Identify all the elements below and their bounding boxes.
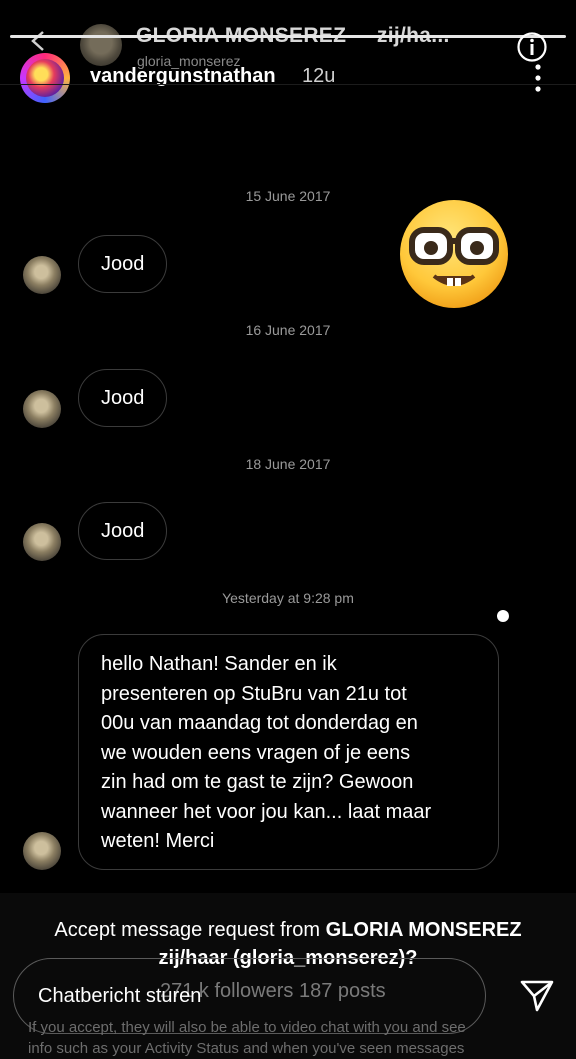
message-line: weten! Merci	[101, 830, 215, 852]
seen-indicator	[497, 610, 509, 622]
info-icon[interactable]	[516, 31, 548, 63]
sender-avatar[interactable]	[23, 523, 61, 561]
send-icon[interactable]	[518, 976, 556, 1014]
more-vertical-icon[interactable]	[533, 63, 543, 93]
date-separator: 16 June 2017	[245, 322, 331, 338]
message-line: hello Nathan! Sander en ik	[101, 653, 337, 675]
message-bubble[interactable]: Jood	[78, 502, 168, 560]
chevron-left-icon[interactable]	[28, 30, 50, 52]
message-line: we wouden eens vragen of je eens	[101, 741, 411, 764]
date-separator: Yesterday at 9:28 pm	[222, 590, 354, 606]
message-line: zin had om te gast te zijn? Gewoon	[101, 771, 414, 793]
chat-input-placeholder: Chatbericht sturen	[38, 985, 202, 1007]
message-line: presenteren op StuBru van 21u tot	[101, 682, 407, 705]
message-bubble[interactable]: Jood	[78, 369, 168, 427]
date-separator: 18 June 2017	[245, 456, 331, 472]
sender-avatar[interactable]	[23, 390, 61, 428]
message-bubble[interactable]: Jood	[78, 235, 168, 293]
dm-avatar	[80, 24, 122, 66]
sender-avatar[interactable]	[23, 256, 61, 294]
message-bubble-long[interactable]: hello Nathan! Sander en ik presenteren o…	[78, 634, 499, 870]
nerd-face-emoji	[400, 200, 508, 308]
story-avatar[interactable]	[20, 53, 70, 103]
story-progress-bar	[10, 35, 566, 38]
message-line: wanneer het voor jou kan... laat maar	[101, 800, 432, 823]
message-line: 00u van maandag tot donderdag en	[101, 712, 418, 734]
request-fine-print: If you accept, they will also be able to…	[28, 1019, 466, 1057]
header-divider	[0, 84, 576, 85]
sender-avatar[interactable]	[23, 832, 61, 870]
